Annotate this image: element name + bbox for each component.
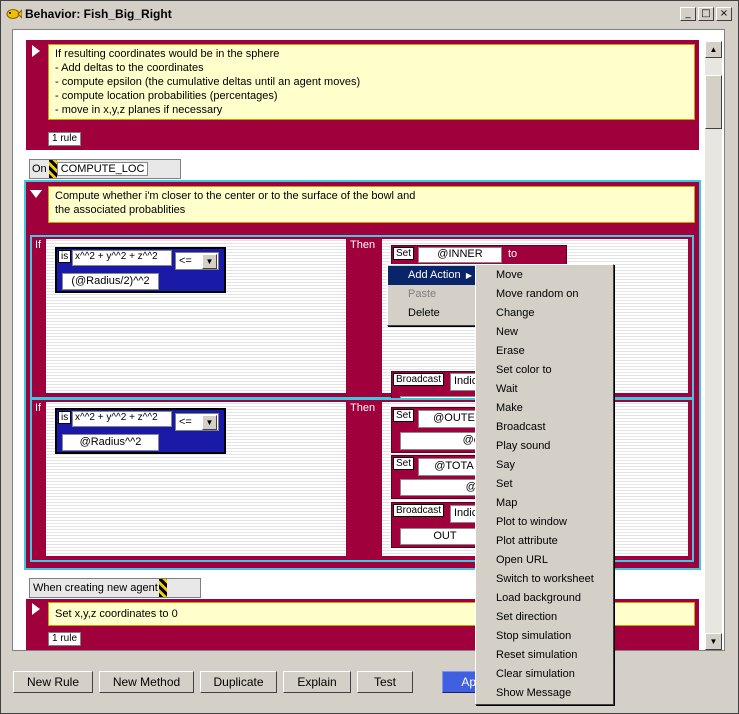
note-line: - move in x,y,z planes if necessary (55, 104, 223, 116)
submenu-item-new[interactable]: New (476, 323, 613, 342)
note-line: the associated probablities (55, 204, 186, 216)
method-note[interactable]: Compute whether i'm closer to the center… (48, 186, 695, 223)
submenu-item-load-background[interactable]: Load background (476, 589, 613, 608)
trigger-label: When creating new agent (33, 582, 158, 594)
dropdown-arrow-icon[interactable]: ▼ (202, 254, 217, 269)
is-label: is (58, 411, 72, 424)
trigger-on-label: On (32, 163, 47, 175)
note-line: - compute epsilon (the cumulative deltas… (55, 76, 361, 88)
submenu-item-map[interactable]: Map (476, 494, 613, 513)
method-block[interactable]: If resulting coordinates would be in the… (26, 40, 699, 150)
submenu-arrow-icon: ▶ (465, 271, 472, 280)
explain-button[interactable]: Explain (283, 671, 351, 693)
submenu-item-set-color-to[interactable]: Set color to (476, 361, 613, 380)
vertical-scrollbar[interactable]: ▲ ▼ (705, 41, 722, 650)
rule-count: 1 rule (48, 132, 82, 146)
submenu-item-set[interactable]: Set (476, 475, 613, 494)
value-field[interactable]: (@Radius/2)^^2 (62, 273, 159, 290)
rule-count: 1 rule (48, 632, 82, 646)
set-label: Set (393, 247, 415, 260)
behavior-editor: If resulting coordinates would be in the… (12, 29, 725, 651)
submenu-item-play-sound[interactable]: Play sound (476, 437, 613, 456)
dropdown-arrow-icon[interactable]: ▼ (202, 415, 217, 430)
scroll-down-icon[interactable]: ▼ (705, 633, 722, 650)
test-button[interactable]: Test (357, 671, 413, 693)
submenu-item-stop-simulation[interactable]: Stop simulation (476, 627, 613, 646)
broadcast-label: Broadcast (393, 504, 445, 517)
submenu-item-clear-simulation[interactable]: Clear simulation (476, 665, 613, 684)
collapse-triangle-icon[interactable] (30, 190, 42, 198)
submenu-item-move-random-on[interactable]: Move random on (476, 285, 613, 304)
submenu-item-plot-to-window[interactable]: Plot to window (476, 513, 613, 532)
maximize-button[interactable]: □ (698, 7, 714, 21)
menu-item-paste[interactable]: Paste (388, 285, 476, 304)
operator-select[interactable]: <= ▼ (175, 252, 219, 270)
close-button[interactable]: × (716, 7, 732, 21)
then-label: Then (350, 402, 376, 414)
submenu-item-change[interactable]: Change (476, 304, 613, 323)
menu-item-add-action[interactable]: Add Action ▶ (388, 266, 476, 285)
submenu-item-erase[interactable]: Erase (476, 342, 613, 361)
hazard-stripe-icon (158, 579, 167, 597)
method-note[interactable]: If resulting coordinates would be in the… (48, 44, 695, 120)
submenu-item-say[interactable]: Say (476, 456, 613, 475)
method-trigger-tab[interactable]: On COMPUTE_LOC (29, 159, 181, 179)
note-line: - Add deltas to the coordinates (55, 62, 204, 74)
fish-icon (6, 9, 22, 19)
hazard-stripe-icon (48, 160, 57, 178)
expand-triangle-icon[interactable] (32, 45, 40, 57)
submenu-item-switch-to-worksheet[interactable]: Switch to worksheet (476, 570, 613, 589)
operator-select[interactable]: <= ▼ (175, 413, 219, 431)
variable-field[interactable]: @INNER (418, 247, 502, 263)
submenu-item-broadcast[interactable]: Broadcast (476, 418, 613, 437)
set-label: Set (393, 457, 415, 470)
expand-triangle-icon[interactable] (32, 603, 40, 615)
submenu-item-plot-attribute[interactable]: Plot attribute (476, 532, 613, 551)
method-trigger-tab[interactable]: When creating new agent (29, 578, 201, 598)
submenu-item-make[interactable]: Make (476, 399, 613, 418)
value-field[interactable]: @Radius^^2 (62, 434, 159, 451)
condition-is[interactable]: is x^^2 + y^^2 + z^^2 <= ▼ (@Radius/2)^^2 (55, 247, 226, 293)
submenu-item-show-message[interactable]: Show Message (476, 684, 613, 703)
if-label: If (35, 402, 42, 414)
condition-is[interactable]: is x^^2 + y^^2 + z^^2 <= ▼ @Radius^^2 (55, 408, 226, 454)
note-line: If resulting coordinates would be in the… (55, 48, 280, 60)
set-label: Set (393, 409, 415, 422)
note-line: Compute whether i'm closer to the center… (55, 190, 416, 202)
menu-item-delete[interactable]: Delete (388, 304, 476, 323)
scroll-thumb[interactable] (705, 75, 722, 129)
duplicate-button[interactable]: Duplicate (200, 671, 277, 693)
add-action-submenu: Move Move random on Change New Erase Set colo… (475, 264, 614, 705)
behavior-window: Behavior: Fish_Big_Right _ □ × If result… (0, 0, 739, 714)
submenu-item-wait[interactable]: Wait (476, 380, 613, 399)
method-name: COMPUTE_LOC (56, 162, 149, 176)
to-label: to (508, 248, 518, 260)
is-label: is (58, 250, 72, 263)
note-line: - compute location probabilities (percen… (55, 90, 278, 102)
new-method-button[interactable]: New Method (99, 671, 194, 693)
scroll-up-icon[interactable]: ▲ (705, 41, 722, 58)
broadcast-label: Broadcast (393, 373, 445, 386)
window-title: Behavior: Fish_Big_Right (25, 7, 172, 21)
minimize-button[interactable]: _ (680, 7, 696, 21)
expression-field[interactable]: x^^2 + y^^2 + z^^2 (72, 411, 172, 427)
new-rule-button[interactable]: New Rule (13, 671, 93, 693)
title-bar[interactable]: Behavior: Fish_Big_Right _ □ × (3, 3, 736, 25)
context-menu: Add Action ▶ Paste Delete (387, 264, 477, 326)
submenu-item-reset-simulation[interactable]: Reset simulation (476, 646, 613, 665)
then-label: Then (350, 239, 376, 251)
submenu-item-open-url[interactable]: Open URL (476, 551, 613, 570)
if-label: If (35, 239, 42, 251)
submenu-item-move[interactable]: Move (476, 266, 613, 285)
expression-field[interactable]: x^^2 + y^^2 + z^^2 (72, 250, 172, 266)
submenu-item-set-direction[interactable]: Set direction (476, 608, 613, 627)
